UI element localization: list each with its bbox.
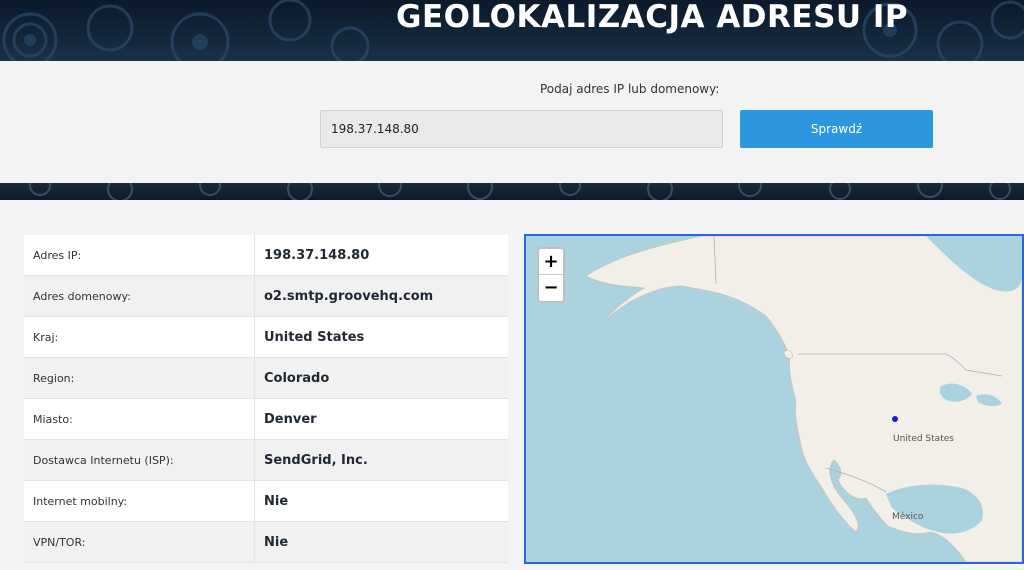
info-value: SendGrid, Inc. (255, 440, 508, 481)
info-label: Miasto: (24, 399, 255, 440)
vancouver-island (783, 350, 793, 359)
info-value: United States (255, 317, 508, 358)
info-label: Kraj: (24, 317, 255, 358)
info-row-ip: Adres IP: 198.37.148.80 (24, 235, 508, 276)
info-row-region: Region: Colorado (24, 358, 508, 399)
map-label-mexico: México (892, 512, 924, 522)
info-value: o2.smtp.groovehq.com (255, 276, 508, 317)
info-label: Adres IP: (24, 235, 255, 276)
banner-strip-decoration (29, 183, 1011, 200)
page-title: GEOLOKALIZACJA ADRESU IP (396, 0, 909, 35)
map-tiles (585, 236, 1022, 562)
info-value: Nie (255, 481, 508, 522)
banner-strip (0, 183, 1024, 200)
info-row-domain: Adres domenowy: o2.smtp.groovehq.com (24, 276, 508, 317)
info-row-city: Miasto: Denver (24, 399, 508, 440)
info-value: 198.37.148.80 (255, 235, 508, 276)
info-label: Adres domenowy: (24, 276, 255, 317)
info-row-vpn: VPN/TOR: Nie (24, 522, 508, 563)
info-label: Internet mobilny: (24, 481, 255, 522)
info-row-country: Kraj: United States (24, 317, 508, 358)
info-label: Dostawca Internetu (ISP): (24, 440, 255, 481)
info-value: Colorado (255, 358, 508, 399)
info-value: Nie (255, 522, 508, 563)
ip-info-table: Adres IP: 198.37.148.80 Adres domenowy: … (24, 235, 508, 563)
zoom-in-button[interactable]: + (539, 249, 563, 275)
search-panel: Podaj adres IP lub domenowy: Sprawdź (0, 61, 1024, 183)
zoom-control: + − (537, 247, 565, 303)
location-map[interactable]: + − United States México (524, 234, 1024, 564)
header-banner: GEOLOKALIZACJA ADRESU IP (0, 0, 1024, 61)
zoom-out-button[interactable]: − (539, 275, 563, 301)
info-row-isp: Dostawca Internetu (ISP): SendGrid, Inc. (24, 440, 508, 481)
info-label: VPN/TOR: (24, 522, 255, 563)
search-label: Podaj adres IP lub domenowy: (540, 82, 720, 96)
info-label: Region: (24, 358, 255, 399)
map-label-us: United States (893, 434, 954, 444)
info-row-mobile: Internet mobilny: Nie (24, 481, 508, 522)
location-marker[interactable] (892, 416, 898, 422)
info-value: Denver (255, 399, 508, 440)
check-button[interactable]: Sprawdź (740, 110, 933, 148)
ip-address-input[interactable] (320, 110, 723, 148)
